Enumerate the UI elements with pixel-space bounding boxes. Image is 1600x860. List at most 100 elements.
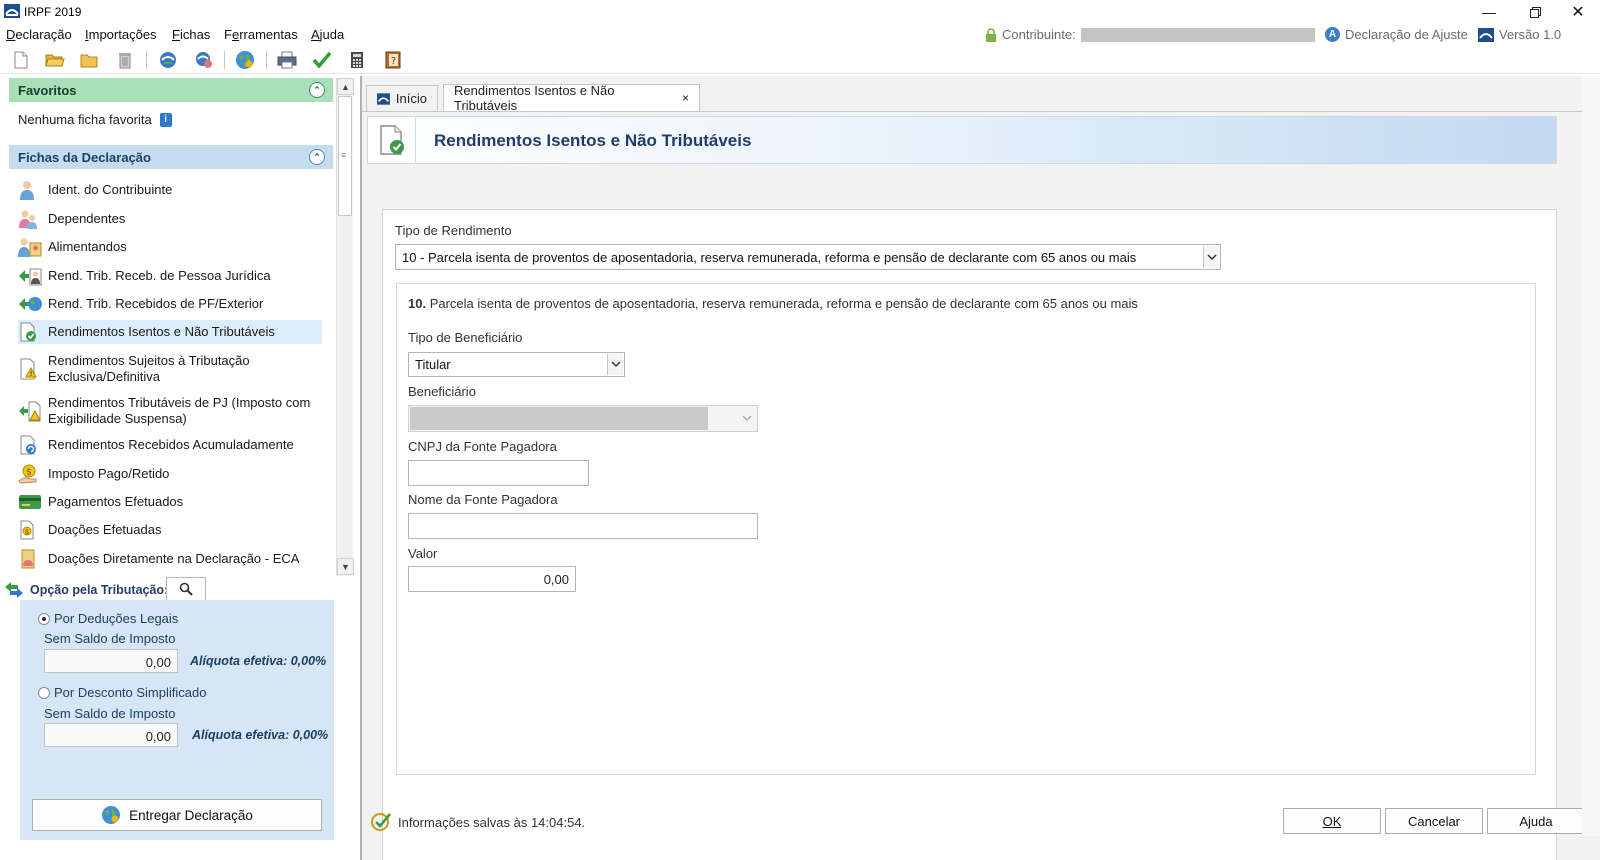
sidebar-item-rendimentos-exclusivos[interactable]: ! Rendimentos Sujeitos à Tributação Exclu… — [18, 351, 322, 387]
tipo-rendimento-select[interactable]: 10 - Parcela isenta de proventos de apos… — [395, 244, 1221, 270]
menu-declaracao[interactable]: Declaração — [6, 27, 72, 42]
section-text: Parcela isenta de proventos de aposentad… — [429, 296, 1138, 311]
valor-input[interactable]: 0,00 — [408, 566, 576, 592]
beneficiario-select[interactable] — [408, 405, 758, 432]
tab-rendimentos-isentos[interactable]: Rendimentos Isentos e Não Tributáveis × — [443, 83, 700, 113]
help-book-icon: ? — [385, 51, 401, 69]
scroll-up-button[interactable]: ▲ — [337, 78, 354, 95]
menu-fichas[interactable]: Fichas — [172, 27, 210, 42]
radio-deducoes-legais[interactable]: Por Deduções Legais — [38, 611, 178, 626]
sidebar-item-rendimentos-acumulados[interactable]: Rendimentos Recebidos Acumuladamente — [18, 433, 322, 457]
menu-ajuda[interactable]: Ajuda — [311, 27, 344, 42]
sidebar-item-rend-pj[interactable]: Rend. Trib. Receb. de Pessoa Jurídica — [18, 264, 322, 288]
sidebar-item-label: Rendimentos Recebidos Acumuladamente — [48, 437, 294, 452]
nome-fonte-input[interactable] — [408, 513, 758, 539]
section-number: 10. — [408, 296, 427, 311]
menu-importacoes[interactable]: Importações — [85, 27, 157, 42]
triangle-down-icon: ▼ — [341, 561, 350, 572]
entregar-declaracao-button[interactable]: Entregar Declaração — [32, 799, 322, 831]
sidebar-item-label: Dependentes — [48, 211, 126, 226]
transmit-button[interactable] — [234, 50, 256, 70]
toolbar-separator — [224, 51, 225, 69]
radio-desconto-simplificado[interactable]: Por Desconto Simplificado — [38, 685, 206, 700]
scroll-down-button[interactable]: ▼ — [337, 558, 354, 575]
close-window-button[interactable]: ✕ — [1556, 0, 1600, 24]
tipo-beneficiario-select[interactable]: Titular — [408, 352, 625, 377]
home-logo-icon — [377, 92, 390, 105]
versao-label: Versão 1.0 — [1499, 27, 1562, 42]
fichas-title: Fichas da Declaração — [18, 150, 151, 165]
cnpj-input[interactable] — [408, 460, 589, 486]
income-pf-icon — [18, 293, 44, 315]
ok-button[interactable]: OK — [1283, 808, 1381, 834]
recover-button[interactable] — [193, 50, 215, 70]
sidebar-item-rendimentos-isentos[interactable]: Rendimentos Isentos e Não Tributáveis — [18, 320, 322, 344]
chevron-down-icon[interactable] — [607, 354, 623, 375]
sidebar-item-imposto-pago[interactable]: $ Imposto Pago/Retido — [18, 462, 322, 486]
info-icon[interactable]: i — [159, 112, 172, 127]
help-button[interactable]: ? — [382, 50, 404, 70]
sidebar-item-ident-contribuinte[interactable]: Ident. do Contribuinte — [18, 178, 322, 202]
menu-declaracao-label: eclaração — [15, 27, 72, 42]
import-button[interactable] — [157, 50, 179, 70]
sidebar-item-doacoes-eca[interactable]: Doações Diretamente na Declaração - ECA — [18, 547, 322, 571]
saved-check-icon — [371, 813, 391, 831]
triangle-up-icon: ▲ — [341, 81, 350, 92]
menu-ajuda-label: juda — [319, 27, 345, 42]
calculator-button[interactable] — [346, 50, 368, 70]
chevron-down-icon[interactable] — [738, 407, 756, 430]
checkmark-icon — [313, 52, 331, 68]
collapse-fichas-button[interactable]: ⌃ — [309, 149, 325, 165]
cancel-button[interactable]: Cancelar — [1385, 808, 1483, 834]
sidebar-item-label: Rendimentos Tributáveis de PJ (Imposto c… — [48, 395, 310, 427]
favoritos-header[interactable]: Favoritos ⌃ — [9, 78, 333, 102]
header-icon-box — [368, 117, 416, 163]
menu-ferramentas[interactable]: Ferramentas — [224, 27, 298, 42]
verify-button[interactable] — [311, 50, 333, 70]
collapse-favoritos-button[interactable]: ⌃ — [309, 82, 325, 98]
declaracao-a-icon: A — [1325, 27, 1340, 42]
sidebar-item-pagamentos[interactable]: Pagamentos Efetuados — [18, 490, 322, 514]
app-logo-icon — [4, 4, 20, 18]
tab-inicio[interactable]: Início — [366, 85, 438, 111]
exchange-arrows-icon — [5, 582, 23, 598]
toolbar-separator — [146, 51, 147, 69]
contribuinte-label: Contribuinte: — [1002, 27, 1076, 42]
help-dialog-button[interactable]: Ajuda — [1487, 808, 1585, 834]
new-declaration-button[interactable] — [10, 50, 32, 70]
exempt-income-icon — [379, 125, 404, 155]
menu-ferramentas-prefix: F — [224, 27, 232, 42]
minimize-button[interactable]: — — [1466, 0, 1512, 24]
declaracao-info: A Declaração de Ajuste — [1325, 27, 1468, 42]
sidebar-item-label: Rendimentos Isentos e Não Tributáveis — [48, 324, 275, 339]
new-document-icon — [14, 51, 28, 69]
menu-ferramentas-label: rramentas — [239, 27, 298, 42]
chevron-down-icon[interactable] — [1203, 246, 1219, 268]
menu-fichas-label: ichas — [179, 27, 211, 42]
sidebar-item-rend-pf[interactable]: Rend. Trib. Recebidos de PF/Exterior — [18, 292, 322, 316]
fichas-header[interactable]: Fichas da Declaração ⌃ — [9, 145, 333, 169]
section-description: 10. Parcela isenta de proventos de apose… — [408, 296, 1138, 311]
radio-unselected-icon[interactable] — [38, 686, 50, 699]
sidebar-scrollbar[interactable]: ▲ ≡ ▼ — [336, 78, 354, 576]
print-icon — [277, 51, 297, 69]
sidebar-item-doacoes[interactable]: $ Doações Efetuadas — [18, 518, 322, 542]
sidebar-item-dependentes[interactable]: Dependentes — [18, 207, 322, 231]
opcao-title: Opção pela Tributação: — [30, 583, 169, 597]
print-button[interactable] — [276, 50, 298, 70]
close-tab-icon[interactable]: × — [682, 91, 689, 105]
sidebar-item-rendimentos-suspensos[interactable]: Rendimentos Tributáveis de PJ (Imposto c… — [18, 393, 322, 429]
open-declaration-button[interactable] — [44, 50, 66, 70]
radio-selected-icon[interactable] — [38, 612, 50, 625]
chevron-up-icon: ⌃ — [313, 84, 321, 95]
folder-button[interactable] — [78, 50, 100, 70]
sidebar-item-alimentandos[interactable]: Alimentandos — [18, 235, 322, 259]
delete-button[interactable] — [114, 50, 136, 70]
main-scrollbar[interactable] — [1582, 76, 1600, 836]
restore-button[interactable] — [1512, 0, 1558, 24]
svg-text:$: $ — [25, 528, 29, 536]
favoritos-title: Favoritos — [18, 83, 77, 98]
payments-icon — [18, 491, 44, 513]
versao-info: Versão 1.0 — [1478, 27, 1561, 42]
opcao-search-button[interactable] — [166, 577, 206, 601]
